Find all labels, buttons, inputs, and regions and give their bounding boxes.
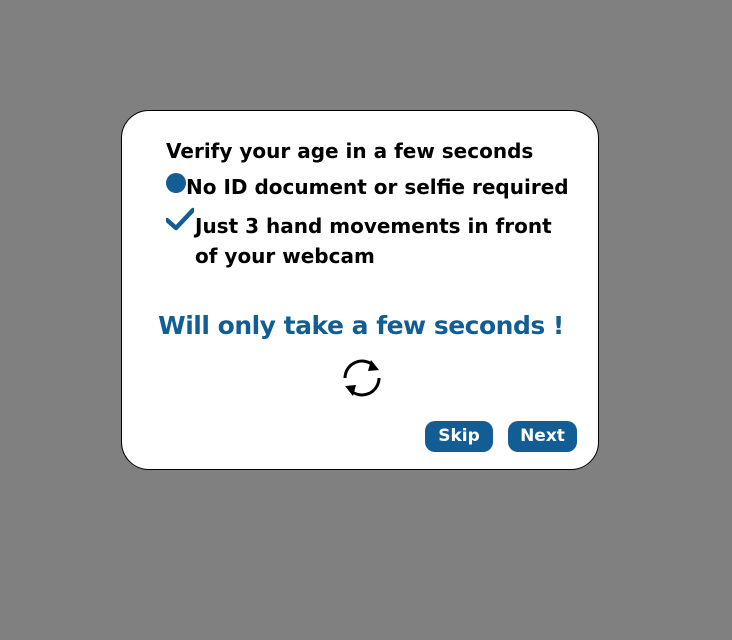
age-verification-dialog: Verify your age in a few seconds No ID d… [121, 110, 599, 470]
refresh-icon [343, 359, 381, 397]
feature-text: Just 3 hand movements in front of your w… [195, 214, 552, 268]
dot-icon [166, 173, 186, 193]
next-button[interactable]: Next [508, 421, 577, 452]
feature-text: No ID document or selfie required [186, 175, 569, 199]
check-icon [166, 207, 194, 231]
skip-button[interactable]: Skip [425, 421, 493, 452]
tagline: Will only take a few seconds ! [158, 311, 564, 340]
dialog-heading: Verify your age in a few seconds [166, 139, 534, 163]
